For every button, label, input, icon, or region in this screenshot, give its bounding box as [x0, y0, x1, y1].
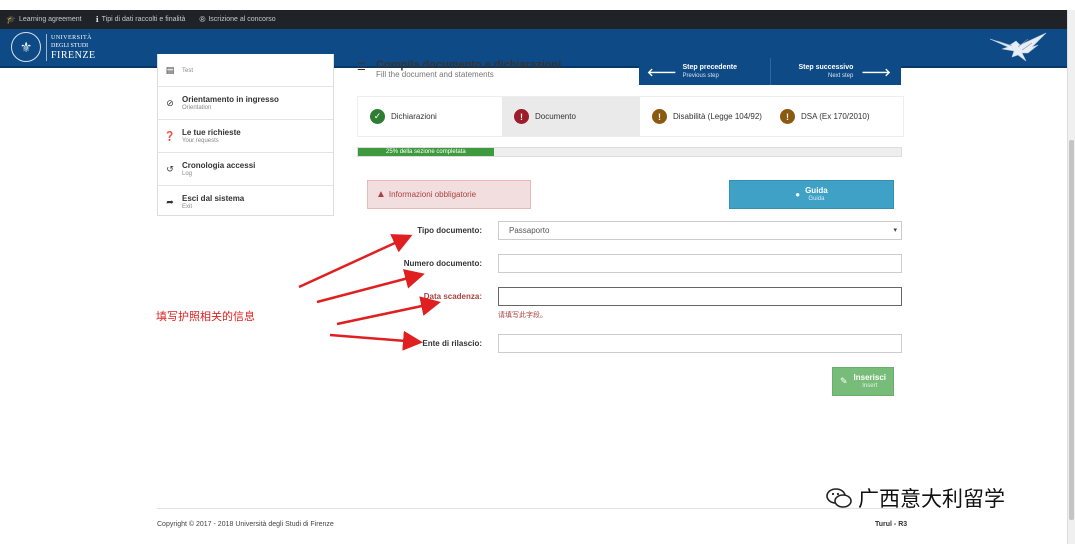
insert-sub: Insert — [862, 383, 878, 389]
tab-label: DSA (Ex 170/2010) — [801, 112, 870, 121]
pencil-icon: ✎ — [839, 376, 848, 386]
vertical-scrollbar[interactable] — [1067, 10, 1075, 544]
sidebar-item-sub: Your requests — [182, 138, 219, 144]
list-icon: ☰ — [357, 62, 366, 73]
sidebar-item-requests[interactable]: ❓ Le tue richieste Your requests — [158, 120, 333, 153]
footer-copyright: Copyright © 2017 - 2018 Università degli… — [157, 521, 334, 528]
sidebar-item-label: Esci dal sistema — [182, 194, 245, 203]
tab-dsa[interactable]: ! DSA (Ex 170/2010) — [768, 97, 903, 136]
logout-icon: ➦ — [166, 196, 174, 207]
top-strip — [0, 0, 1075, 10]
university-logo[interactable]: ⚜ UNIVERSITÀ DEGLI STUDI FIRENZE — [11, 32, 96, 62]
question-icon: ❓ — [164, 130, 176, 141]
insert-button[interactable]: ✎ Inserisci Insert — [832, 367, 894, 396]
topbar-item-label: Iscrizione al concorso — [208, 16, 276, 23]
alert-text: Informazioni obbligatorie — [388, 190, 477, 199]
sidebar-item-log[interactable]: ↺ Cronologia accessi Log — [158, 153, 333, 186]
guide-label: Guida — [805, 186, 828, 195]
next-step-button[interactable]: Step successivo Next step 🡒 — [771, 58, 902, 85]
history-icon: ↺ — [166, 163, 174, 174]
sidebar-item-label: Orientamento in ingresso — [182, 95, 279, 104]
annotation-arrow — [336, 296, 441, 326]
chevron-down-icon: ▾ — [893, 227, 897, 234]
document-number-input[interactable] — [498, 254, 902, 273]
tab-label: Dichiarazioni — [391, 112, 437, 121]
sidebar-item-test[interactable]: ▤ Test — [158, 54, 333, 87]
previous-step-sub: Previous step — [682, 72, 719, 79]
page-title: ☰ Compila documento e dichiarazioni Fill… — [357, 59, 562, 80]
expiry-date-error: 请填写此字段。 — [498, 312, 547, 319]
sidebar-item-sub: Exit — [182, 204, 193, 210]
topbar-item-label: Tipi di dati raccolti e finalità — [101, 16, 186, 23]
top-menu-bar: 🎓 Learning agreement ℹ Tipi di dati racc… — [0, 10, 1068, 29]
step-navigation: 🡐 Step precedente Previous step Step suc… — [639, 58, 901, 85]
logo-text: UNIVERSITÀ DEGLI STUDI FIRENZE — [46, 33, 96, 61]
arrow-right-icon: 🡒 — [861, 66, 891, 79]
data-scadenza-label: Data scadenza: — [423, 292, 482, 301]
topbar-item-label: Learning agreement — [18, 16, 82, 23]
document-type-select[interactable]: Passaporto ▾ — [498, 221, 902, 240]
previous-step-label: Step precedente — [682, 63, 737, 71]
progress-fill: 25% della sezione completata — [358, 148, 494, 156]
tipo-documento-label: Tipo documento: — [417, 226, 482, 235]
document-type-value: Passaporto — [509, 226, 550, 235]
wechat-icon — [826, 488, 852, 508]
previous-step-button[interactable]: 🡐 Step precedente Previous step — [639, 58, 771, 85]
progress-bar: 25% della sezione completata — [357, 147, 902, 157]
sidebar: ▤ Test ⊘ Orientamento in ingresso Orient… — [157, 54, 334, 216]
exclamation-circle-icon: ! — [780, 109, 795, 124]
sidebar-item-orientation[interactable]: ⊘ Orientamento in ingresso Orientation — [158, 87, 333, 120]
next-step-sub: Next step — [828, 72, 854, 79]
sidebar-item-sub: Test — [182, 67, 194, 74]
arrow-left-icon: 🡐 — [647, 66, 677, 79]
logo-line2: DEGLI STUDI — [51, 42, 89, 49]
sidebar-item-sub: Log — [182, 171, 193, 177]
guide-sub: Guida — [808, 196, 825, 202]
university-seal-icon: ⚜ — [11, 32, 41, 62]
sidebar-item-label: Cronologia accessi — [182, 161, 256, 170]
eagle-emblem-icon — [989, 32, 1047, 62]
annotation-text: 填写护照相关的信息 — [156, 310, 255, 323]
page-title-text: Compila documento e dichiarazioni — [375, 59, 562, 71]
next-step-label: Step successivo — [798, 63, 854, 71]
warning-triangle-icon: ! — [514, 109, 529, 124]
registered-icon: ® — [199, 15, 206, 24]
expiry-date-input[interactable] — [498, 287, 902, 306]
tab-dichiarazioni[interactable]: ✓ Dichiarazioni — [358, 97, 502, 136]
exclamation-circle-icon: ! — [652, 109, 667, 124]
issuing-authority-input[interactable] — [498, 334, 902, 353]
sidebar-item-exit[interactable]: ➦ Esci dal sistema Exit — [158, 186, 333, 218]
section-tabs: ✓ Dichiarazioni ! Documento ! Disabilità… — [357, 96, 904, 137]
footer-version: Turul - R3 — [875, 521, 908, 528]
guide-button[interactable]: ● Guida Guida — [729, 180, 894, 209]
ente-rilascio-label: Ente di rilascio: — [422, 339, 482, 348]
footer-divider — [157, 508, 911, 509]
watermark-text: 广西意大利留学 — [858, 487, 1005, 511]
list-icon: ▤ — [165, 64, 175, 75]
insert-label: Inserisci — [853, 373, 886, 382]
required-info-alert: ▲ Informazioni obbligatorie — [367, 180, 531, 209]
sidebar-item-sub: Orientation — [182, 105, 212, 111]
tab-label: Documento — [535, 112, 576, 121]
watermark: 广西意大利留学 — [826, 483, 1005, 513]
check-circle-icon: ✓ — [370, 109, 385, 124]
info-circle-icon: ● — [795, 190, 801, 199]
topbar-item-learning-agreement[interactable]: 🎓 Learning agreement — [6, 15, 82, 24]
topbar-item-data-types[interactable]: ℹ Tipi di dati raccolti e finalità — [96, 15, 186, 24]
tab-label: Disabilità (Legge 104/92) — [673, 112, 762, 121]
numero-documento-label: Numero documento: — [403, 259, 482, 268]
graduation-cap-icon: 🎓 — [6, 15, 16, 24]
logo-line1: UNIVERSITÀ — [51, 34, 92, 41]
sidebar-item-label: Le tue richieste — [182, 128, 241, 137]
tab-documento[interactable]: ! Documento — [502, 97, 640, 136]
tab-disabilita[interactable]: ! Disabilità (Legge 104/92) — [640, 97, 768, 136]
info-icon: ℹ — [95, 15, 99, 24]
compass-icon: ⊘ — [166, 97, 174, 108]
scrollbar-thumb[interactable] — [1069, 140, 1074, 520]
topbar-item-registration[interactable]: ® Iscrizione al concorso — [199, 15, 275, 24]
logo-line3: FIRENZE — [51, 49, 96, 61]
warning-triangle-icon: ▲ — [376, 189, 386, 200]
page-subtitle-text: Fill the document and statements — [375, 70, 494, 79]
